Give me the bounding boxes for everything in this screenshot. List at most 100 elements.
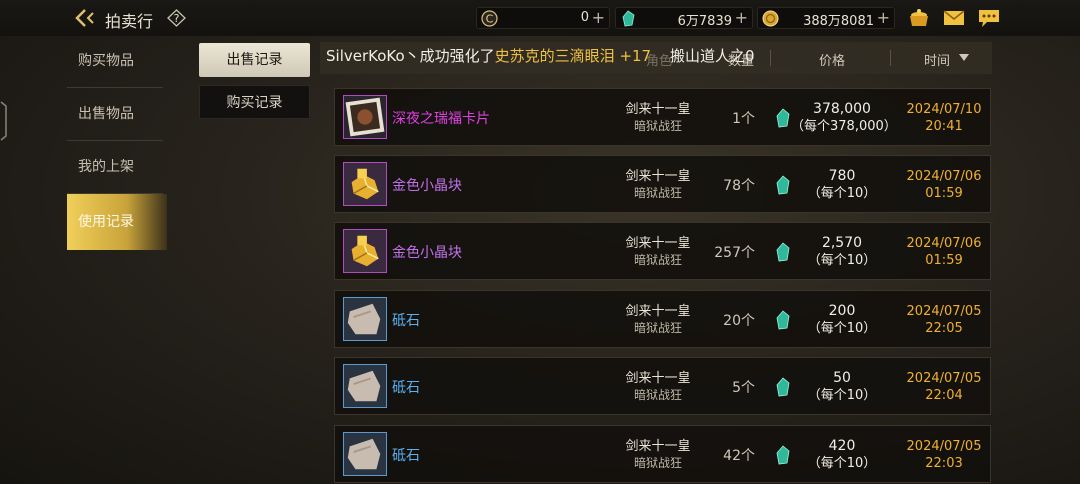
date: 2024/07/05 xyxy=(906,439,982,454)
seller-class: 暗狱战狂 xyxy=(633,388,682,402)
price: 780 （每个10） xyxy=(791,168,893,202)
quantity: 78个 xyxy=(723,178,755,194)
unit-price: （每个10） xyxy=(807,321,877,336)
seller: 剑来十一皇 暗狱战狂 xyxy=(615,371,701,403)
add-gold-button[interactable]: + xyxy=(877,8,890,27)
green-gem-icon xyxy=(776,175,790,195)
whetstone-icon[interactable] xyxy=(343,364,387,408)
quantity: 20个 xyxy=(723,313,755,329)
tab-label: 购买记录 xyxy=(226,95,283,111)
timestamp: 2024/07/06 01:59 xyxy=(901,235,987,269)
time: 22:04 xyxy=(925,388,963,403)
divider xyxy=(67,140,163,141)
time: 01:59 xyxy=(925,186,963,201)
sidebar-item-label: 购买物品 xyxy=(78,53,134,69)
timestamp: 2024/07/05 22:03 xyxy=(901,438,987,472)
sidebar-item-my-listings[interactable]: 我的上架 xyxy=(67,142,167,192)
currency-coin: C 0 + xyxy=(476,7,610,29)
seller: 剑来十一皇 暗狱战狂 xyxy=(615,169,701,201)
record-row[interactable]: 砥石 剑来十一皇 暗狱战狂 5个 50 （每个10） 2024/07/05 22… xyxy=(334,357,991,415)
timestamp: 2024/07/05 22:05 xyxy=(901,303,987,337)
broadcast-message: SilverKoKo丶成功强化了史苏克的三滴眼泪 +17 xyxy=(326,45,651,66)
time: 22:03 xyxy=(925,456,963,471)
page-title: 拍卖行 xyxy=(105,12,154,31)
record-row[interactable]: 金色小晶块 剑来十一皇 暗狱战狂 78个 780 （每个10） 2024/07/… xyxy=(334,155,991,213)
date: 2024/07/06 xyxy=(906,236,982,251)
add-coin-button[interactable]: + xyxy=(592,8,605,27)
gold-crystal-icon[interactable] xyxy=(343,229,387,273)
svg-text:C: C xyxy=(486,13,494,26)
sidebar-item-label: 出售物品 xyxy=(78,106,134,122)
time: 22:05 xyxy=(925,321,963,336)
seller-class: 暗狱战狂 xyxy=(633,253,682,267)
top-bar: 拍卖行 ? C 0 + 6万7839 + 388万8081 + xyxy=(0,0,1080,36)
total-price: 378,000 xyxy=(813,101,871,117)
divider xyxy=(67,87,163,88)
time: 20:41 xyxy=(925,119,963,134)
price: 50 （每个10） xyxy=(791,370,893,404)
item-name: 金色小晶块 xyxy=(392,178,462,194)
chat-icon[interactable] xyxy=(977,7,1001,29)
green-gem-icon xyxy=(776,445,790,465)
total-price: 420 xyxy=(828,438,856,454)
svg-text:?: ? xyxy=(174,12,180,25)
record-row[interactable]: 深夜之瑞福卡片 剑来十一皇 暗狱战狂 1个 378,000 （每个378,000… xyxy=(334,88,991,146)
item-name: 砥石 xyxy=(392,448,420,464)
item-name: 深夜之瑞福卡片 xyxy=(392,111,490,127)
seller: 剑来十一皇 暗狱战狂 xyxy=(615,236,701,268)
quantity: 1个 xyxy=(732,111,755,127)
broadcast-overlay: 搬山道人之0 xyxy=(670,47,755,65)
quantity: 257个 xyxy=(714,245,755,261)
header-separator xyxy=(890,50,891,66)
header-time[interactable]: 时间 xyxy=(924,50,950,69)
timestamp: 2024/07/06 01:59 xyxy=(901,168,987,202)
date: 2024/07/05 xyxy=(906,371,982,386)
add-gem-button[interactable]: + xyxy=(735,8,748,27)
sidebar: 购买物品 出售物品 我的上架 使用记录 xyxy=(67,36,167,484)
date: 2024/07/05 xyxy=(906,304,982,319)
price: 2,570 （每个10） xyxy=(791,235,893,269)
unit-price: （每个10） xyxy=(807,253,877,268)
sidebar-item-usage-records[interactable]: 使用记录 xyxy=(67,194,167,250)
item-name: 砥石 xyxy=(392,313,420,329)
gold-crystal-icon[interactable] xyxy=(343,162,387,206)
seller-class: 暗狱战狂 xyxy=(633,456,682,470)
timestamp: 2024/07/05 22:04 xyxy=(901,370,987,404)
edge-bracket-icon xyxy=(0,101,7,141)
tab-label: 出售记录 xyxy=(226,52,283,68)
record-row[interactable]: 砥石 剑来十一皇 暗狱战狂 20个 200 （每个10） 2024/07/05 … xyxy=(334,290,991,348)
tab-buy-records[interactable]: 购买记录 xyxy=(199,85,310,119)
green-gem-icon xyxy=(776,108,790,128)
sort-down-icon[interactable] xyxy=(959,54,969,62)
whetstone-icon[interactable] xyxy=(343,432,387,476)
coin-c-icon: C xyxy=(481,10,498,27)
tab-sell-records[interactable]: 出售记录 xyxy=(199,43,310,77)
seller: 剑来十一皇 暗狱战狂 xyxy=(615,304,701,336)
unit-price: （每个10） xyxy=(807,186,877,201)
header-price: 价格 xyxy=(819,54,846,69)
unit-price: （每个10） xyxy=(807,388,877,403)
help-icon[interactable]: ? xyxy=(167,9,186,27)
card-icon[interactable] xyxy=(343,95,387,139)
unit-price: （每个378,000） xyxy=(791,119,897,134)
sidebar-item-buy[interactable]: 购买物品 xyxy=(67,36,167,86)
green-gem-icon xyxy=(776,242,790,262)
total-price: 2,570 xyxy=(821,235,863,251)
seller: 剑来十一皇 暗狱战狂 xyxy=(615,439,701,471)
seller-name: 剑来十一皇 xyxy=(625,371,691,386)
back-arrow-icon[interactable] xyxy=(74,8,96,28)
broadcast-item: 史苏克的三滴眼泪 +17 xyxy=(494,47,652,65)
sidebar-item-sell[interactable]: 出售物品 xyxy=(67,89,167,139)
currency-gem: 6万7839 + xyxy=(615,7,753,29)
gem-value: 6万7839 xyxy=(677,14,732,29)
price: 420 （每个10） xyxy=(791,438,893,472)
treasure-pot-icon[interactable] xyxy=(907,7,931,29)
price: 200 （每个10） xyxy=(791,303,893,337)
record-row[interactable]: 砥石 剑来十一皇 暗狱战狂 42个 420 （每个10） 2024/07/05 … xyxy=(334,425,991,483)
record-row[interactable]: 金色小晶块 剑来十一皇 暗狱战狂 257个 2,570 （每个10） 2024/… xyxy=(334,222,991,280)
mail-icon[interactable] xyxy=(942,7,966,29)
whetstone-icon[interactable] xyxy=(343,297,387,341)
total-price: 200 xyxy=(828,303,856,319)
gold-coin-icon xyxy=(762,10,779,27)
seller-class: 暗狱战狂 xyxy=(633,119,682,133)
